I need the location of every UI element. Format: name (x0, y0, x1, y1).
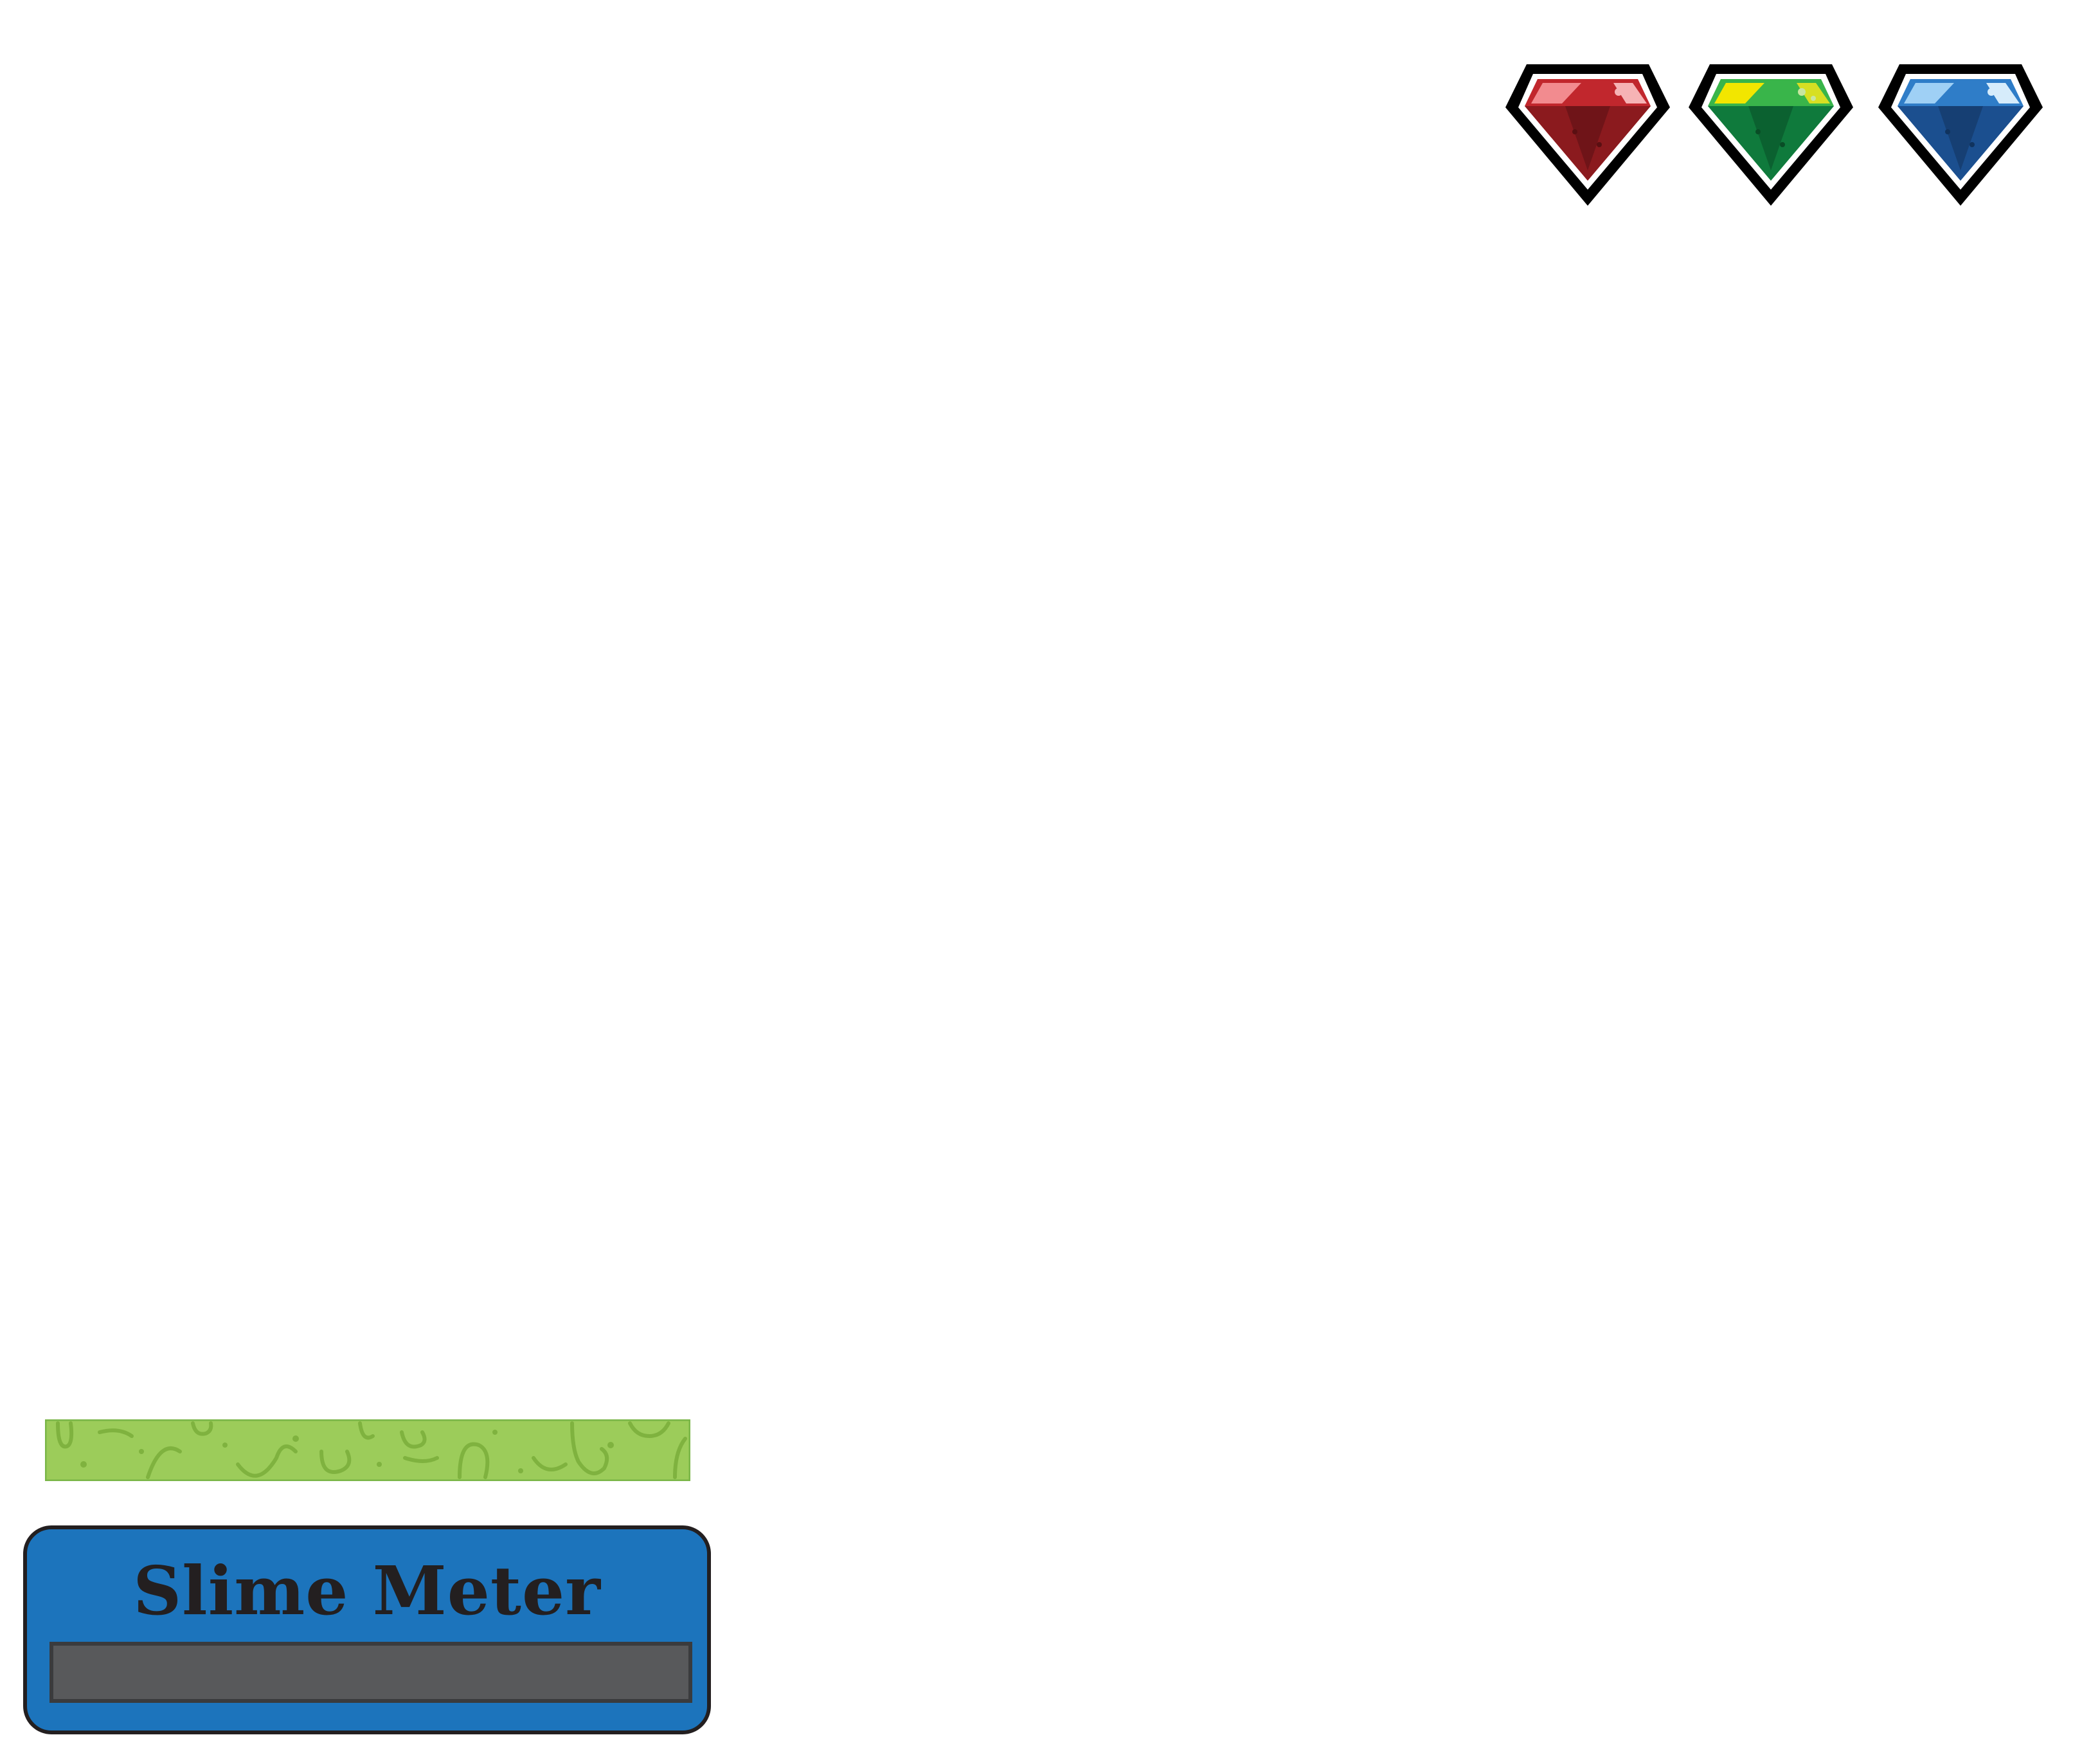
slime-meter-title: Slime Meter (133, 1551, 601, 1630)
green-gem-icon (1687, 61, 1854, 209)
blue-gem-icon (1877, 61, 2044, 209)
red-gem-icon (1504, 61, 1671, 209)
gem-collection (1504, 61, 2057, 215)
slime-meter-bar (49, 1642, 692, 1703)
slime-texture-strip (45, 1419, 690, 1481)
slime-meter-panel: Slime Meter (23, 1525, 711, 1734)
